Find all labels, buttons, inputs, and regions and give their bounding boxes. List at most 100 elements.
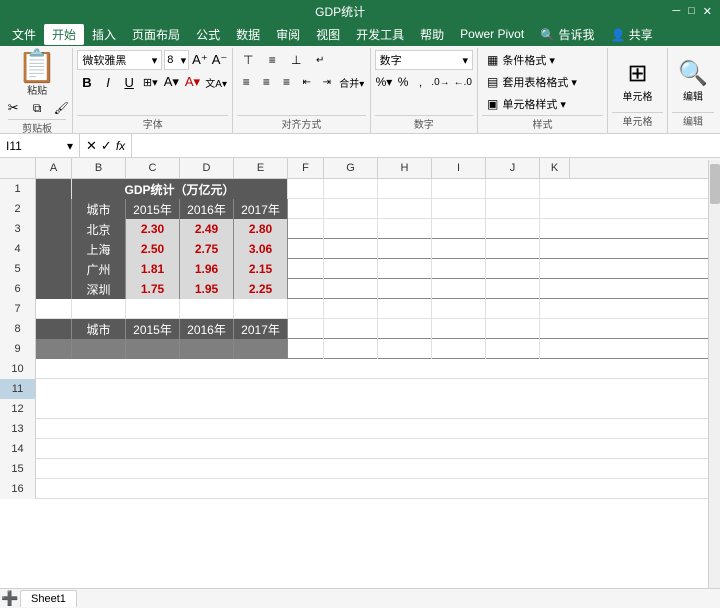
cell-4-b[interactable]: 上海 (72, 239, 126, 259)
align-bottom-button[interactable]: ⊥ (285, 50, 307, 70)
cell-9-k[interactable] (540, 339, 570, 359)
border-button[interactable]: ⊞▾ (141, 72, 160, 92)
cell-2-i[interactable] (432, 199, 486, 219)
cell-8-e[interactable]: 2017年 (234, 319, 288, 339)
cell-5-b[interactable]: 广州 (72, 259, 126, 279)
col-header-b[interactable]: B (72, 158, 126, 178)
cell-9-f[interactable] (288, 339, 324, 359)
currency-button[interactable]: %▾ (375, 72, 394, 92)
cut-button[interactable]: ✂ (2, 99, 24, 117)
cell-1-f[interactable] (288, 179, 324, 199)
indent-dec-button[interactable]: ⇤ (298, 72, 316, 92)
cell-1-i[interactable] (432, 179, 486, 199)
cell-3-b[interactable]: 北京 (72, 219, 126, 239)
minimize-btn[interactable]: ─ (672, 5, 680, 18)
col-header-f[interactable]: F (288, 158, 324, 178)
font-size-input[interactable]: 8 ▾ (164, 50, 189, 70)
col-header-i[interactable]: I (432, 158, 486, 178)
menu-review[interactable]: 审阅 (268, 24, 308, 45)
cell-3-h[interactable] (378, 219, 432, 239)
cell-6-j[interactable] (486, 279, 540, 299)
format-painter-button[interactable]: 🖌 (50, 99, 72, 117)
add-sheet-button[interactable]: ➕ (0, 589, 20, 608)
cell-4-k[interactable] (540, 239, 570, 259)
cell-1-j[interactable] (486, 179, 540, 199)
cell-4-e[interactable]: 3.06 (234, 239, 288, 259)
cell-2-c[interactable]: 2015年 (126, 199, 180, 219)
table-format-button[interactable]: ▤ 套用表格格式 ▾ (482, 72, 603, 92)
col-header-j[interactable]: J (486, 158, 540, 178)
bold-button[interactable]: B (77, 72, 96, 92)
cell-style-button[interactable]: ▣ 单元格样式 ▾ (482, 94, 603, 114)
cell-8-j[interactable] (486, 319, 540, 339)
cell-8-f[interactable] (288, 319, 324, 339)
cell-4-f[interactable] (288, 239, 324, 259)
cell-7-e[interactable] (234, 299, 288, 319)
cell-7-h[interactable] (378, 299, 432, 319)
cell-5-c[interactable]: 1.81 (126, 259, 180, 279)
align-right-button[interactable]: ≡ (278, 72, 296, 92)
scrollbar-thumb[interactable] (710, 164, 720, 204)
col-header-a[interactable]: A (36, 158, 72, 178)
cell-8-i[interactable] (432, 319, 486, 339)
close-btn[interactable]: ✕ (703, 5, 712, 18)
cell-6-e[interactable]: 2.25 (234, 279, 288, 299)
cell-5-f[interactable] (288, 259, 324, 279)
menu-search[interactable]: 🔍 告诉我 (532, 24, 602, 45)
cell-7-d[interactable] (180, 299, 234, 319)
cell-4-a[interactable] (36, 239, 72, 259)
window-controls[interactable]: ─ □ ✕ (672, 5, 712, 18)
cell-6-a[interactable] (36, 279, 72, 299)
cell-4-j[interactable] (486, 239, 540, 259)
confirm-icon[interactable]: ✓ (101, 138, 112, 154)
fill-color-button[interactable]: A▾ (162, 72, 181, 92)
conditional-format-button[interactable]: ▦ 条件格式 ▾ (482, 50, 603, 70)
cell-2-g[interactable] (324, 199, 378, 219)
col-header-k[interactable]: K (540, 158, 570, 178)
cell-1-bcde[interactable]: GDP统计（万亿元） (72, 179, 288, 199)
cell-6-i[interactable] (432, 279, 486, 299)
cell-8-c[interactable]: 2015年 (126, 319, 180, 339)
cell-4-h[interactable] (378, 239, 432, 259)
vertical-scrollbar[interactable] (708, 160, 720, 588)
cell-2-k[interactable] (540, 199, 570, 219)
cell-6-b[interactable]: 深圳 (72, 279, 126, 299)
italic-button[interactable]: I (98, 72, 117, 92)
decrease-decimal-button[interactable]: ←.0 (453, 72, 473, 92)
cell-7-b[interactable] (72, 299, 126, 319)
cell-3-i[interactable] (432, 219, 486, 239)
cell-8-d[interactable]: 2016年 (180, 319, 234, 339)
cell-9-a[interactable] (36, 339, 72, 359)
cell-7-g[interactable] (324, 299, 378, 319)
cell-2-b[interactable]: 城市 (72, 199, 126, 219)
sheet-tab-1[interactable]: Sheet1 (20, 590, 77, 607)
menu-file[interactable]: 文件 (4, 24, 44, 45)
cell-3-c[interactable]: 2.30 (126, 219, 180, 239)
col-header-h[interactable]: H (378, 158, 432, 178)
cell-7-c[interactable] (126, 299, 180, 319)
cell-2-j[interactable] (486, 199, 540, 219)
menu-layout[interactable]: 页面布局 (124, 24, 188, 45)
number-format-box[interactable]: 数字 ▾ (375, 50, 473, 70)
cell-8-b[interactable]: 城市 (72, 319, 126, 339)
cell-1-a[interactable] (36, 179, 72, 199)
menu-dev[interactable]: 开发工具 (348, 24, 412, 45)
percent-button[interactable]: % (395, 72, 410, 92)
cell-4-i[interactable] (432, 239, 486, 259)
insert-cell-button[interactable]: ⊞ 单元格 (612, 50, 663, 112)
cell-9-e[interactable] (234, 339, 288, 359)
cell-1-h[interactable] (378, 179, 432, 199)
increase-decimal-button[interactable]: .0→ (430, 72, 450, 92)
cell-4-d[interactable]: 2.75 (180, 239, 234, 259)
special-format-button[interactable]: 文A▾ (204, 72, 228, 92)
cell-4-g[interactable] (324, 239, 378, 259)
cell-7-i[interactable] (432, 299, 486, 319)
cell-6-h[interactable] (378, 279, 432, 299)
underline-button[interactable]: U (120, 72, 139, 92)
edit-button[interactable]: 🔍 编辑 (672, 50, 714, 112)
cell-2-f[interactable] (288, 199, 324, 219)
cancel-icon[interactable]: ✕ (86, 138, 97, 154)
col-header-g[interactable]: G (324, 158, 378, 178)
formula-input[interactable] (132, 134, 720, 157)
function-icon[interactable]: fx (116, 139, 125, 153)
